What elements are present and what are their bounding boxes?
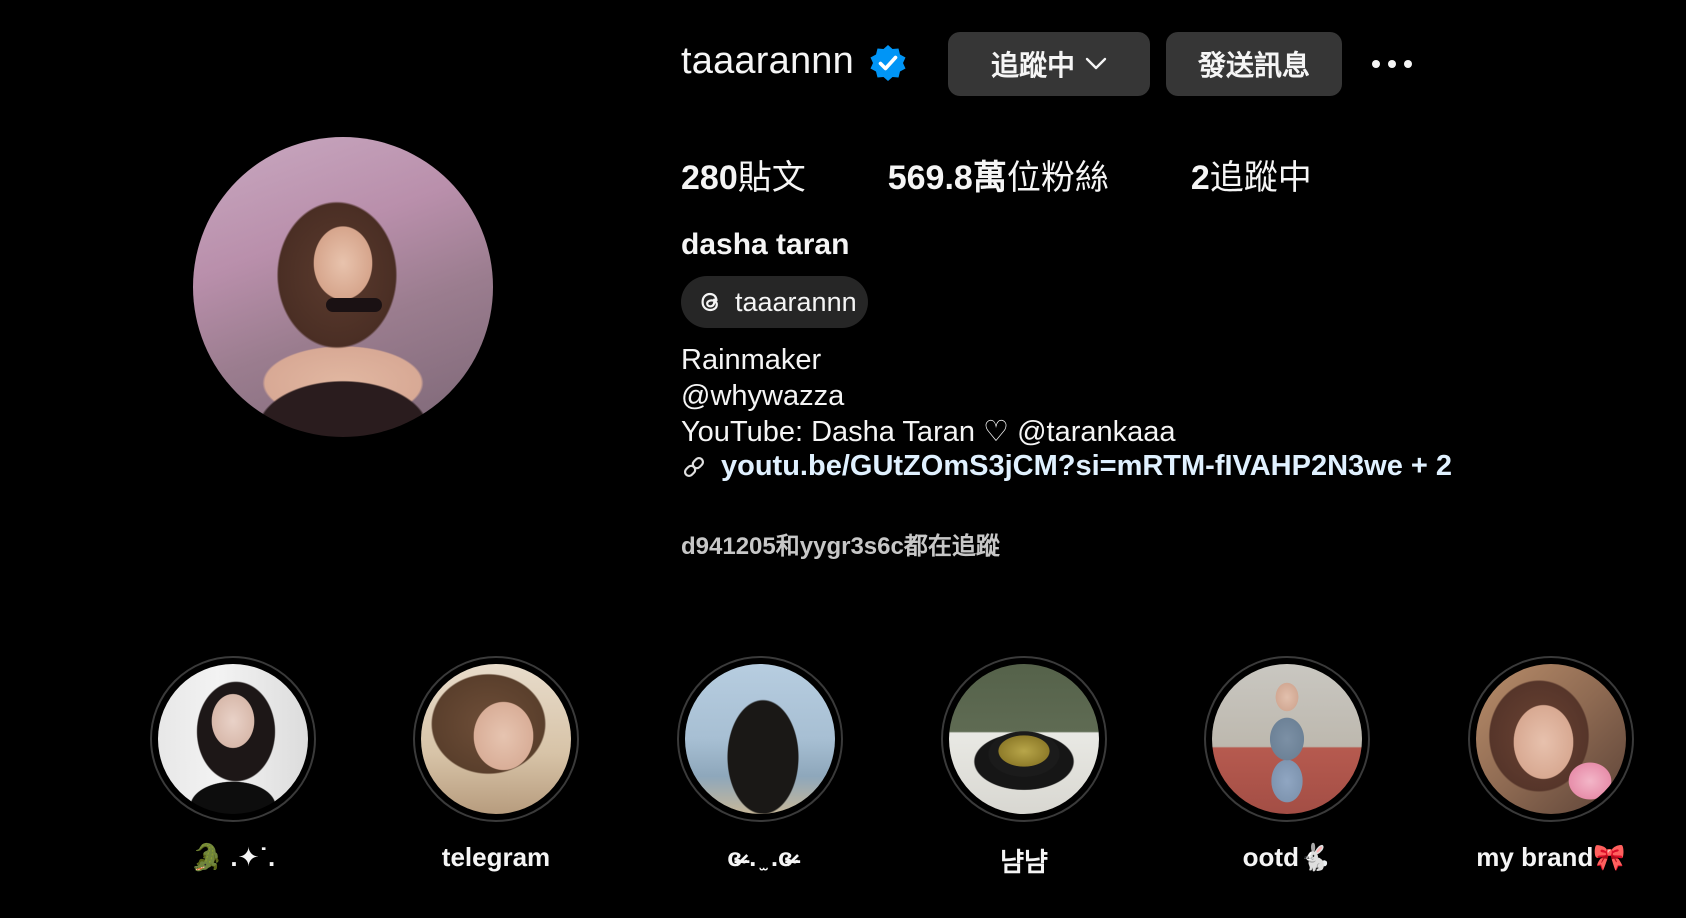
avatar-detail (326, 298, 382, 312)
highlight-item[interactable]: ootd🐇 (1202, 656, 1372, 873)
following-button[interactable]: 追蹤中 (948, 32, 1150, 96)
bio-link-text[interactable]: youtu.be/GUtZOmS3jCM?si=mRTM-fIVAHP2N3we… (721, 450, 1452, 483)
bio-link[interactable]: youtu.be/GUtZOmS3jCM?si=mRTM-fIVAHP2N3we… (681, 450, 1452, 483)
following-label: 追蹤中 (1209, 159, 1312, 197)
threads-link[interactable]: taaarannn (681, 276, 868, 328)
highlight-ring (150, 656, 316, 822)
bio-line: YouTube: Dasha Taran ♡ @tarankaaa (681, 416, 1176, 448)
posts-stat: 280貼文 (681, 150, 806, 199)
posts-count: 280 (681, 159, 738, 197)
highlight-ring (677, 656, 843, 822)
followers-stat[interactable]: 569.8萬位粉絲 (888, 150, 1109, 199)
highlight-item[interactable]: 냠냠 (939, 656, 1109, 879)
highlight-label: my brand🎀 (1476, 842, 1626, 872)
highlight-item[interactable]: telegram (411, 656, 581, 873)
bio-line: Rainmaker (681, 344, 822, 376)
highlight-cover (1476, 664, 1626, 814)
highlight-label: telegram (441, 842, 551, 872)
highlight-cover (421, 664, 571, 814)
send-message-button[interactable]: 發送訊息 (1166, 32, 1342, 96)
threads-handle: taaarannn (735, 286, 857, 317)
more-options-icon[interactable] (1370, 55, 1414, 73)
following-count: 2 (1190, 159, 1210, 197)
highlight-cover (1212, 664, 1362, 814)
profile-avatar[interactable] (193, 137, 493, 437)
link-icon (683, 456, 705, 477)
followers-label: 位粉絲 (1006, 159, 1109, 197)
highlight-cover (949, 664, 1099, 814)
highlight-item[interactable]: ɞ̴̶̷ . ̫ .ɞ̴̶̷ (675, 656, 845, 873)
highlight-cover (158, 664, 308, 814)
verified-badge-icon (870, 45, 906, 81)
highlight-ring (941, 656, 1107, 822)
highlight-cover (685, 664, 835, 814)
profile-stats: 280貼文 569.8萬位粉絲 2追蹤中 (681, 150, 1394, 199)
highlight-item[interactable]: my brand🎀 (1466, 656, 1636, 873)
following-stat[interactable]: 2追蹤中 (1191, 150, 1312, 199)
followed-by-text[interactable]: d941205和yygr3s6c都在追蹤 (681, 526, 1000, 561)
profile-bio: Rainmaker @whywazza YouTube: Dasha Taran… (681, 342, 1176, 450)
following-button-label: 追蹤中 (990, 50, 1075, 81)
threads-icon (701, 292, 718, 312)
posts-label: 貼文 (737, 159, 806, 197)
highlight-label: ootd🐇 (1242, 842, 1332, 872)
highlight-ring (1468, 656, 1634, 822)
followers-count: 569.8萬 (887, 159, 1007, 197)
profile-username: taaarannn (681, 40, 854, 82)
highlight-item[interactable]: 🐊 .✦˙. (148, 656, 318, 873)
highlight-ring (1204, 656, 1370, 822)
bio-line[interactable]: @whywazza (681, 378, 1176, 414)
highlight-label: ɞ̴̶̷ . ̫ .ɞ̴̶̷ (727, 842, 793, 872)
highlight-label: 냠냠 (1000, 847, 1048, 877)
highlight-ring (413, 656, 579, 822)
profile-full-name: dasha taran (681, 228, 850, 261)
chevron-down-icon (1085, 57, 1107, 70)
send-message-button-label: 發送訊息 (1197, 50, 1310, 81)
highlight-label: 🐊 .✦˙. (190, 842, 276, 872)
